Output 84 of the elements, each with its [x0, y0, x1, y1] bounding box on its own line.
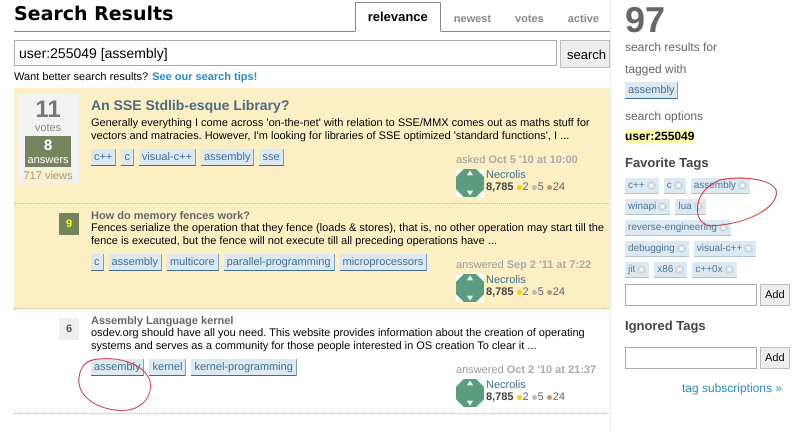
reputation-score: 8,785: [486, 286, 514, 298]
user-avatar-icon[interactable]: [456, 379, 484, 407]
search-tip-text: Want better search results?: [14, 71, 148, 83]
badge-count: 24: [546, 286, 566, 298]
tag-link[interactable]: kernel: [149, 359, 186, 376]
favorite-tag[interactable]: c++0x: [692, 262, 737, 278]
result-excerpt: Generally everything I come across 'on-the-net' with relation to SSE/MMX comes out as maths stuff for vectors and matracies. However, I'm looking for libraries of SSE optimized 'standard functions', I ...: [91, 117, 591, 143]
answer-count: 8: [44, 137, 52, 154]
post-action-label: asked: [456, 154, 486, 166]
user-name-link[interactable]: Necrolis: [486, 274, 566, 286]
tag-link[interactable]: multicore: [166, 254, 219, 271]
post-action-label: answered: [456, 364, 504, 376]
user-avatar-icon[interactable]: [456, 274, 484, 302]
favorite-tag[interactable]: visual-c++: [694, 241, 756, 257]
results-for-label: search results for: [625, 40, 718, 54]
answer-score: 9: [59, 213, 79, 235]
badge-count: 2: [516, 181, 529, 193]
favorite-tag[interactable]: x86: [654, 262, 688, 278]
tag-link[interactable]: assembly: [201, 149, 254, 166]
view-count: 717 views: [24, 170, 72, 182]
badge-count: 2: [516, 391, 529, 403]
add-button[interactable]: Add: [760, 347, 790, 369]
user-avatar-icon[interactable]: [456, 169, 484, 197]
answer-score: 6: [59, 318, 79, 340]
tag-link[interactable]: assembly: [108, 254, 162, 271]
tag-link[interactable]: c: [91, 254, 104, 271]
tag-link[interactable]: c++: [91, 149, 116, 166]
tag-link[interactable]: visual-c++: [138, 149, 196, 166]
badge-count: 24: [546, 391, 566, 403]
favorite-tag[interactable]: c: [664, 178, 686, 194]
search-button[interactable]: search: [560, 40, 610, 68]
result-count: 97: [625, 2, 666, 38]
badge-count: 5: [532, 391, 544, 403]
tag-link[interactable]: assembly: [625, 82, 678, 99]
user-name-link[interactable]: Necrolis: [486, 169, 566, 181]
search-option: user:255049: [625, 129, 694, 143]
add-button[interactable]: Add: [760, 284, 790, 306]
tag-link[interactable]: microprocessors: [340, 254, 428, 271]
reputation-score: 8,785: [486, 181, 514, 193]
search-tips-link[interactable]: See our search tips!: [152, 71, 258, 83]
favorite-tag[interactable]: lua: [675, 199, 706, 215]
post-time: Oct 2 '10 at 21:37: [506, 364, 596, 376]
answers-label: answers: [28, 154, 68, 166]
reputation-score: 8,785: [486, 391, 514, 403]
tag-subscriptions-link[interactable]: tag subscriptions »: [682, 381, 782, 395]
tag-link[interactable]: parallel-programming: [224, 254, 335, 271]
sort-tab[interactable]: active: [556, 7, 610, 31]
tag-link[interactable]: kernel-programming: [191, 359, 297, 376]
favorite-tag[interactable]: reverse-engineering: [625, 220, 731, 236]
search-options-label: search options: [625, 109, 704, 123]
tag-link[interactable]: sse: [259, 149, 284, 166]
result-excerpt: Fences serialize the operation that they fence (loads & stores), that is, no other operation may start till the fence is executed, but the fence will not execute till all preceding operations have ...: [91, 222, 605, 248]
tag-link[interactable]: assembly: [91, 359, 144, 376]
favorite-tag[interactable]: debugging: [625, 241, 689, 257]
ignored-tags-heading: Ignored Tags: [625, 318, 706, 333]
result-excerpt: osdev.org should have all you need. This website provides information about the creation of operating systems and serves as a community for those people interested in OS creation To clear it ...: [91, 327, 586, 353]
ignored-tag-field[interactable]: [625, 347, 757, 369]
remove-icon[interactable]: [694, 202, 703, 211]
badge-count: 5: [532, 181, 544, 193]
post-time: Sep 2 '11 at 7:22: [506, 259, 592, 271]
post-action-label: answered: [456, 259, 504, 271]
badge-count: 5: [532, 286, 544, 298]
user-name-link[interactable]: Necrolis: [486, 379, 566, 391]
result-title-link[interactable]: Assembly Language kernel: [91, 315, 610, 327]
sort-tab[interactable]: newest: [442, 7, 502, 31]
result-title-link[interactable]: How do memory fences work?: [91, 210, 610, 222]
vote-count: 11: [35, 98, 61, 122]
favorite-tag[interactable]: c++: [625, 178, 659, 194]
badge-count: 2: [516, 286, 529, 298]
search-field[interactable]: user:255049 [assembly]: [14, 40, 557, 66]
tag-link[interactable]: c: [121, 149, 134, 166]
page-title: Search Results: [14, 3, 174, 25]
favorite-tags-heading: Favorite Tags: [625, 155, 709, 170]
votes-label: votes: [34, 122, 62, 134]
sort-tab[interactable]: relevance: [354, 2, 441, 32]
sort-tab[interactable]: votes: [504, 7, 555, 31]
tagged-with-label: tagged with: [625, 62, 686, 76]
result-title-link[interactable]: An SSE Stdlib-esque Library?: [91, 97, 610, 113]
post-time: Oct 5 '10 at 10:00: [488, 154, 578, 166]
badge-count: 24: [546, 181, 566, 193]
favorite-tag[interactable]: jit: [625, 262, 650, 278]
remove-icon[interactable]: [718, 223, 728, 232]
favorite-tag[interactable]: winapi: [625, 199, 670, 215]
favorite-tag-field[interactable]: [625, 284, 757, 306]
